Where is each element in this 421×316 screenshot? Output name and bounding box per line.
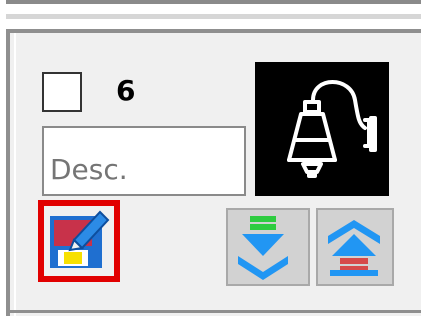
top-divider-light <box>6 14 421 19</box>
description-input[interactable] <box>42 126 246 196</box>
save-icon <box>50 210 110 268</box>
select-checkbox[interactable] <box>42 72 82 112</box>
panel-left-edge <box>6 29 10 316</box>
move-down-icon <box>238 216 288 280</box>
bell-image-tile[interactable] <box>255 62 389 196</box>
panel-bottom-edge <box>6 310 421 313</box>
panel-inner-edge <box>14 33 16 316</box>
bell-icon <box>287 80 377 178</box>
move-up-button[interactable] <box>316 208 394 286</box>
top-divider <box>6 0 421 4</box>
save-button[interactable] <box>38 200 120 282</box>
move-down-button[interactable] <box>226 208 310 286</box>
move-up-icon <box>328 220 380 276</box>
item-count: 6 <box>116 74 136 107</box>
